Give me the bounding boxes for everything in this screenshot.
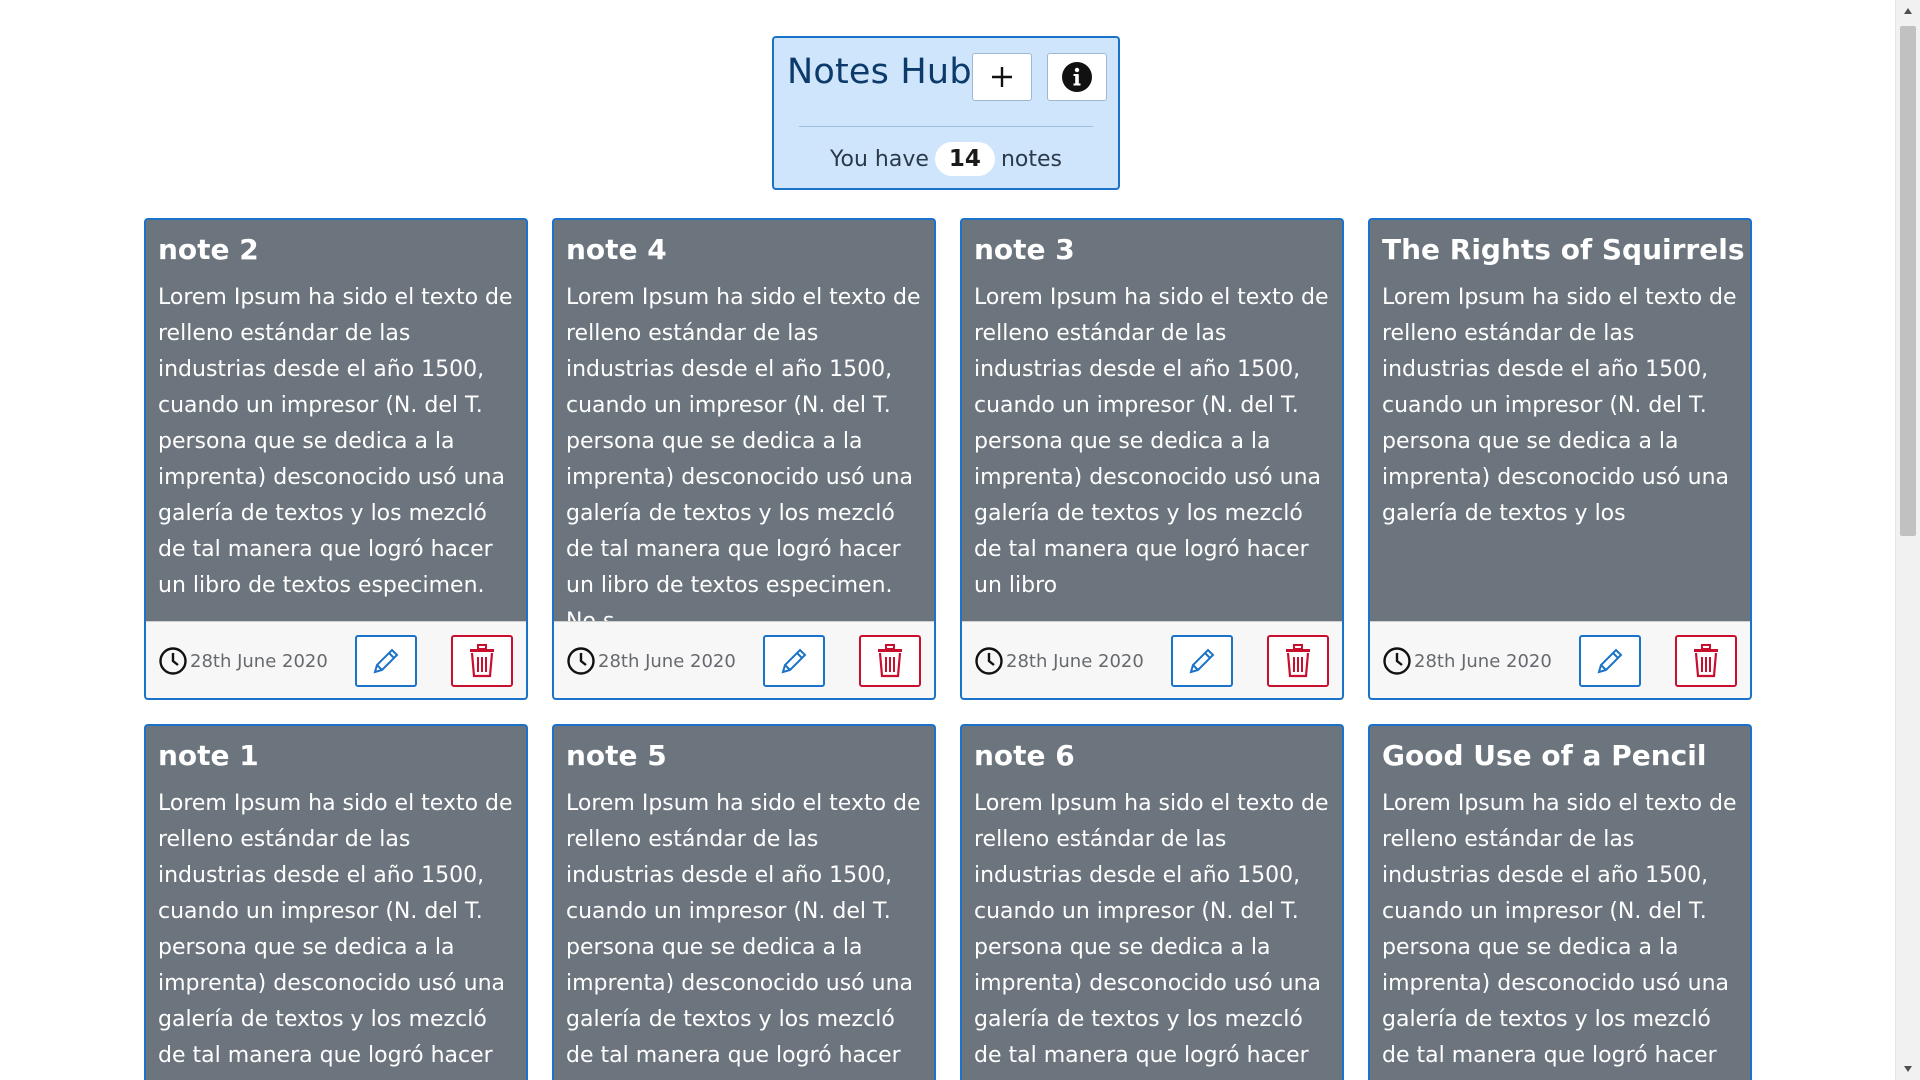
pencil-icon — [781, 648, 807, 674]
note-footer: 28th June 2020 — [962, 621, 1342, 698]
note-text: Lorem Ipsum ha sido el texto de relleno … — [158, 791, 513, 1080]
clock-icon — [159, 647, 187, 675]
scrollbar-thumb[interactable] — [1900, 26, 1916, 536]
delete-note-button[interactable] — [859, 635, 921, 687]
note-card: note 3 Lorem Ipsum ha sido el texto de r… — [960, 218, 1344, 700]
header-divider — [799, 126, 1093, 127]
note-card: note 2 Lorem Ipsum ha sido el texto de r… — [144, 218, 528, 700]
note-title: note 5 — [566, 739, 667, 772]
note-footer: 28th June 2020 — [554, 621, 934, 698]
note-card: note 1 Lorem Ipsum ha sido el texto de r… — [144, 724, 528, 1080]
notes-hub-header: Notes Hub You have 14 notes — [772, 36, 1120, 190]
edit-note-button[interactable] — [355, 635, 417, 687]
note-text: Lorem Ipsum ha sido el texto de relleno … — [566, 791, 921, 1080]
info-circle-icon — [1062, 62, 1092, 92]
pencil-icon — [373, 648, 399, 674]
app-title: Notes Hub — [787, 52, 972, 92]
trash-icon — [470, 644, 494, 678]
note-footer: 28th June 2020 — [1370, 621, 1750, 698]
scroll-down-arrow-icon[interactable] — [1896, 1060, 1920, 1078]
plus-icon — [992, 67, 1012, 87]
note-text: Lorem Ipsum ha sido el texto de relleno … — [1382, 791, 1737, 1080]
note-date-text: 28th June 2020 — [190, 650, 328, 672]
note-card: Good Use of a Pencil Lorem Ipsum ha sido… — [1368, 724, 1752, 1080]
clock-icon — [1383, 647, 1411, 675]
note-card: note 4 Lorem Ipsum ha sido el texto de r… — [552, 218, 936, 700]
edit-note-button[interactable] — [1579, 635, 1641, 687]
clock-icon — [567, 647, 595, 675]
note-title: note 6 — [974, 739, 1075, 772]
trash-icon — [878, 644, 902, 678]
note-date: 28th June 2020 — [158, 646, 328, 676]
note-title: note 1 — [158, 739, 259, 772]
note-title: note 2 — [158, 233, 259, 266]
pencil-icon — [1189, 648, 1215, 674]
note-date: 28th June 2020 — [566, 646, 736, 676]
trash-icon — [1694, 644, 1718, 678]
note-text: Lorem Ipsum ha sido el texto de relleno … — [158, 285, 513, 598]
note-footer: 28th June 2020 — [146, 621, 526, 698]
note-text: Lorem Ipsum ha sido el texto de relleno … — [974, 791, 1329, 1080]
delete-note-button[interactable] — [1675, 635, 1737, 687]
note-date: 28th June 2020 — [974, 646, 1144, 676]
note-date: 28th June 2020 — [1382, 646, 1552, 676]
note-title: note 4 — [566, 233, 667, 266]
count-prefix: You have — [830, 146, 929, 172]
note-card: note 5 Lorem Ipsum ha sido el texto de r… — [552, 724, 936, 1080]
note-title: note 3 — [974, 233, 1075, 266]
note-date-text: 28th June 2020 — [598, 650, 736, 672]
notes-count-badge: 14 — [934, 142, 995, 176]
note-date-text: 28th June 2020 — [1414, 650, 1552, 672]
note-title: The Rights of Squirrels — [1382, 233, 1745, 266]
notes-count-line: You have 14 notes — [774, 142, 1118, 176]
scroll-up-arrow-icon[interactable] — [1896, 2, 1920, 20]
info-button[interactable] — [1047, 53, 1107, 101]
delete-note-button[interactable] — [1267, 635, 1329, 687]
add-note-button[interactable] — [972, 53, 1032, 101]
trash-icon — [1286, 644, 1310, 678]
count-suffix: notes — [1000, 146, 1062, 172]
note-text: Lorem Ipsum ha sido el texto de relleno … — [974, 285, 1329, 598]
note-text: Lorem Ipsum ha sido el texto de relleno … — [1382, 285, 1737, 526]
note-date-text: 28th June 2020 — [1006, 650, 1144, 672]
delete-note-button[interactable] — [451, 635, 513, 687]
clock-icon — [975, 647, 1003, 675]
pencil-icon — [1597, 648, 1623, 674]
note-title: Good Use of a Pencil — [1382, 739, 1707, 772]
notes-page: Notes Hub You have 14 notes note 2 Lorem… — [0, 0, 1920, 1080]
edit-note-button[interactable] — [1171, 635, 1233, 687]
note-text: Lorem Ipsum ha sido el texto de relleno … — [566, 285, 921, 634]
edit-note-button[interactable] — [763, 635, 825, 687]
vertical-scrollbar[interactable] — [1895, 0, 1920, 1080]
note-card: The Rights of Squirrels Lorem Ipsum ha s… — [1368, 218, 1752, 700]
note-card: note 6 Lorem Ipsum ha sido el texto de r… — [960, 724, 1344, 1080]
